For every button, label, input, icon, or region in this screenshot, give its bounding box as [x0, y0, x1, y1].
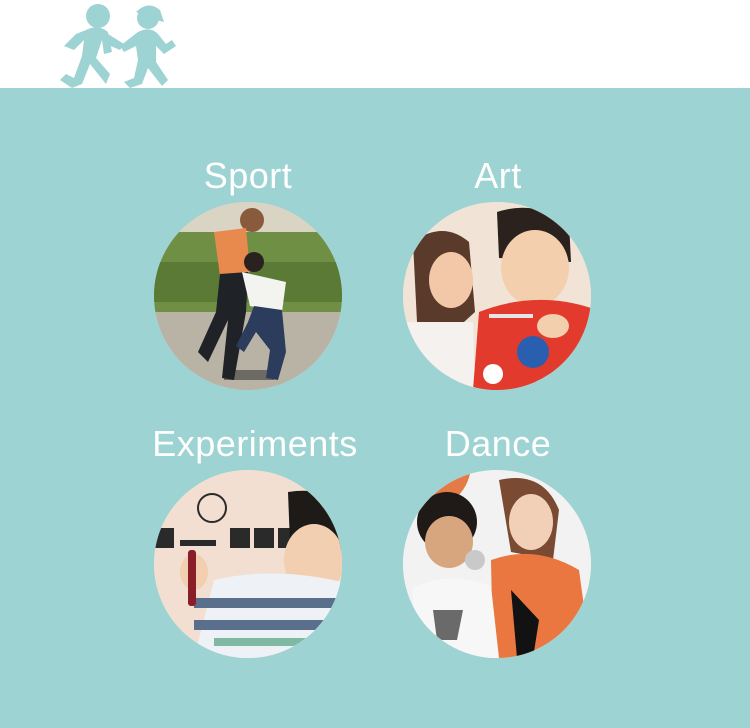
- dance-photo: [403, 470, 591, 658]
- activity-title: Experiments: [152, 423, 358, 464]
- header-bar: [0, 0, 750, 88]
- activity-card-art[interactable]: Art: [400, 156, 596, 392]
- activity-title: Sport: [203, 155, 293, 196]
- sport-photo: [154, 202, 342, 390]
- activity-card-sport[interactable]: Sport: [150, 156, 346, 392]
- activity-card-dance[interactable]: Dance: [400, 424, 596, 660]
- experiments-photo: [154, 470, 342, 658]
- activity-title: Dance: [444, 423, 552, 464]
- running-kids-icon: [60, 4, 176, 88]
- activity-card-experiments[interactable]: Experiments: [140, 424, 370, 660]
- activities-panel: [0, 88, 750, 728]
- activity-title: Art: [474, 155, 522, 196]
- art-photo: [403, 202, 591, 390]
